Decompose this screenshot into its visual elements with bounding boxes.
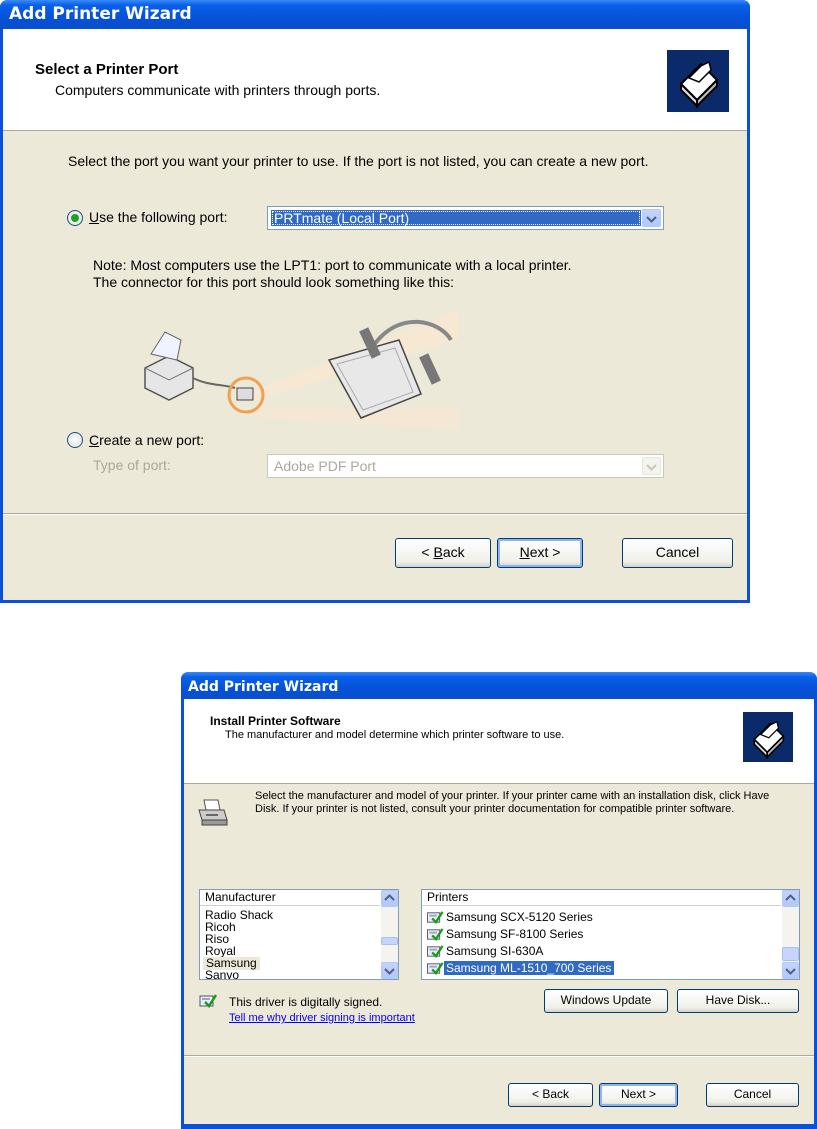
radio-selected-dot: [71, 214, 79, 222]
dialog-client: Select a Printer Port Computers communic…: [3, 29, 747, 600]
manufacturer-list[interactable]: Manufacturer Radio Shack Ricoh Riso Royal Sa…: [199, 889, 399, 980]
add-printer-wizard-software-dialog: Add Printer Wizard Install Printer Softw…: [181, 672, 817, 1129]
signed-driver-icon: [426, 961, 444, 979]
create-port-radio[interactable]: [67, 432, 83, 448]
cancel-button[interactable]: Cancel: [622, 538, 733, 568]
printers-scrollbar[interactable]: [782, 890, 799, 979]
port-select[interactable]: PRTmate (Local Port): [267, 206, 664, 230]
type-of-port-value: Adobe PDF Port: [274, 458, 376, 474]
signed-driver-text: This driver is digitally signed.: [229, 995, 383, 1009]
printer-item[interactable]: Samsung SCX-5120 Series: [426, 910, 596, 925]
page-subtitle: Computers communicate with printers thro…: [55, 82, 381, 98]
printer-item-label: Samsung ML-1510_700 Series: [444, 961, 615, 975]
have-disk-button[interactable]: Have Disk...: [677, 989, 799, 1013]
back-rest: ack: [442, 544, 465, 560]
cancel-button[interactable]: Cancel: [706, 1083, 799, 1107]
windows-update-button[interactable]: Windows Update: [544, 989, 668, 1013]
create-port-label-text: reate a new port:: [99, 432, 205, 448]
scroll-down-icon[interactable]: [381, 962, 398, 979]
scroll-down-icon[interactable]: [782, 962, 799, 979]
printer-item[interactable]: Samsung SI-630A: [426, 944, 546, 959]
printers-list[interactable]: Printers Samsung SCX-5120 Series Samsung …: [421, 889, 800, 980]
port-note: Note: Most computers use the LPT1: port …: [93, 257, 572, 290]
dropdown-arrow-icon[interactable]: [642, 209, 661, 227]
use-port-radio[interactable]: [67, 210, 83, 226]
printer-item-label: Samsung SI-630A: [446, 944, 544, 958]
wizard-header: Select a Printer Port Computers communic…: [3, 29, 747, 131]
printer-item[interactable]: Samsung SF-8100 Series: [426, 927, 586, 942]
create-port-label[interactable]: Create a new port:: [89, 432, 204, 448]
instruction-text: Select the port you want your printer to…: [68, 153, 649, 169]
add-printer-wizard-port-dialog: Add Printer Wizard Select a Printer Port…: [0, 0, 750, 603]
back-button[interactable]: < Back: [508, 1083, 593, 1107]
driver-signing-link[interactable]: Tell me why driver signing is important: [229, 1012, 415, 1024]
back-prefix: <: [421, 544, 434, 560]
type-of-port-select: Adobe PDF Port: [267, 454, 664, 478]
window-title: Add Printer Wizard: [9, 4, 192, 24]
printer-cable-illustration: [129, 300, 469, 430]
title-bar[interactable]: Add Printer Wizard: [0, 0, 750, 29]
scroll-thumb[interactable]: [782, 947, 799, 961]
instruction-text: Select the manufacturer and model of you…: [255, 790, 770, 815]
next-button[interactable]: Next >: [497, 538, 583, 568]
printer-item-label: Samsung SCX-5120 Series: [446, 910, 593, 924]
manufacturer-item[interactable]: Sanyo: [205, 969, 239, 980]
back-accel: B: [433, 544, 443, 560]
scroll-thumb[interactable]: [381, 937, 398, 945]
next-accel: N: [519, 544, 530, 560]
page-title: Select a Printer Port: [35, 61, 179, 78]
page-title: Install Printer Software: [210, 714, 341, 728]
manufacturer-column-header[interactable]: Manufacturer: [200, 890, 380, 906]
use-port-accel: U: [89, 209, 100, 225]
manufacturer-scrollbar[interactable]: [381, 890, 398, 979]
next-button[interactable]: Next >: [599, 1083, 678, 1107]
printer-wizard-icon: [743, 712, 793, 762]
window-title: Add Printer Wizard: [188, 679, 339, 695]
back-button[interactable]: < Back: [395, 538, 491, 568]
use-port-label[interactable]: Use the following port:: [89, 209, 228, 225]
type-of-port-label: Type of port:: [93, 457, 171, 473]
printer-item-label: Samsung SF-8100 Series: [446, 927, 584, 941]
next-rest: ext >: [529, 544, 561, 560]
signed-driver-icon: [199, 993, 218, 1009]
dialog-client: Install Printer Software The manufacture…: [184, 699, 814, 1124]
printer-icon: [196, 796, 230, 830]
printers-column-header[interactable]: Printers: [422, 890, 781, 906]
footer-separator: [184, 1055, 814, 1057]
dropdown-arrow-icon: [642, 457, 661, 475]
page-subtitle: The manufacturer and model determine whi…: [225, 729, 565, 741]
scroll-up-icon[interactable]: [782, 890, 799, 907]
title-bar[interactable]: Add Printer Wizard: [181, 672, 817, 699]
wizard-header: Install Printer Software The manufacture…: [184, 699, 814, 784]
port-select-value: PRTmate (Local Port): [271, 210, 641, 226]
printer-wizard-icon: [667, 50, 729, 112]
scroll-up-icon[interactable]: [381, 890, 398, 907]
footer-separator: [3, 513, 747, 515]
printer-item[interactable]: Samsung ML-1510_700 Series: [426, 961, 615, 976]
use-port-label-text: se the following port:: [99, 209, 228, 225]
create-port-accel: C: [89, 432, 100, 448]
